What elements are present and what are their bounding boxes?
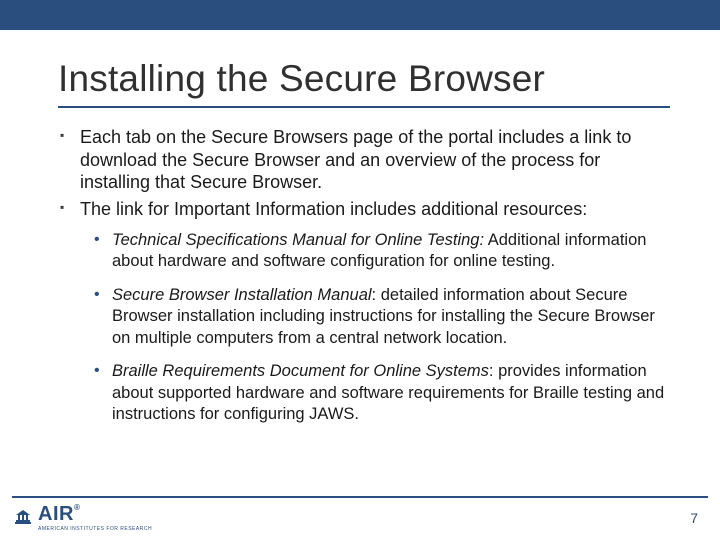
sub-bullet-list: Technical Specifications Manual for Onli…: [80, 230, 670, 426]
sub-bullet-item: Secure Browser Installation Manual: deta…: [94, 285, 670, 349]
bullet-text: The link for Important Information inclu…: [80, 199, 587, 219]
logo-registered: ®: [74, 503, 80, 512]
top-accent-bar: [0, 0, 720, 30]
bullet-item: Each tab on the Secure Browsers page of …: [58, 126, 670, 194]
content-area: Installing the Secure Browser Each tab o…: [0, 30, 720, 426]
footer-inner: AIR® AMERICAN INSTITUTES FOR RESEARCH 7: [0, 498, 720, 540]
air-logo: AIR® AMERICAN INSTITUTES FOR RESEARCH: [14, 505, 152, 532]
page-number: 7: [690, 510, 698, 526]
sub-bullet-item: Braille Requirements Document for Online…: [94, 361, 670, 425]
sub-bullet-item: Technical Specifications Manual for Onli…: [94, 230, 670, 273]
sub-bullet-label: Technical Specifications Manual for Onli…: [112, 231, 484, 249]
footer: AIR® AMERICAN INSTITUTES FOR RESEARCH 7: [0, 496, 720, 540]
sub-bullet-label: Braille Requirements Document for Online…: [112, 362, 489, 380]
slide-title: Installing the Secure Browser: [58, 58, 670, 100]
logo-subtitle: AMERICAN INSTITUTES FOR RESEARCH: [38, 526, 152, 532]
logo-mark-icon: [14, 509, 32, 527]
bullet-list: Each tab on the Secure Browsers page of …: [58, 126, 670, 426]
logo-letters: AIR: [38, 503, 74, 525]
slide: Installing the Secure Browser Each tab o…: [0, 0, 720, 540]
sub-bullet-label: Secure Browser Installation Manual: [112, 286, 372, 304]
bullet-text: Each tab on the Secure Browsers page of …: [80, 127, 631, 192]
logo-main-text: AIR®: [38, 503, 80, 525]
bullet-item: The link for Important Information inclu…: [58, 198, 670, 426]
title-underline: [58, 106, 670, 108]
logo-text-block: AIR® AMERICAN INSTITUTES FOR RESEARCH: [38, 505, 152, 532]
